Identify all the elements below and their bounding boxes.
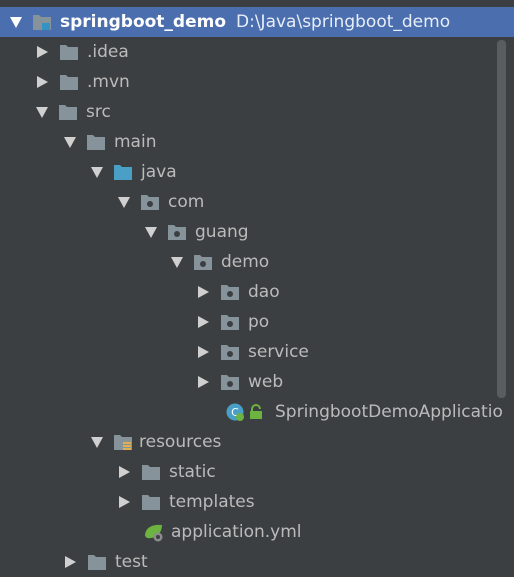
- tree-item-label: .idea: [87, 42, 129, 62]
- package-icon: [221, 375, 239, 390]
- tree-item-com[interactable]: com: [0, 187, 514, 217]
- chevron-right-icon[interactable]: [119, 496, 130, 508]
- module-folder-icon: [33, 15, 51, 30]
- folder-icon: [60, 75, 78, 90]
- tree-item-label: guang: [195, 222, 249, 242]
- tree-item-po[interactable]: po: [0, 307, 514, 337]
- tree-item-label: .mvn: [87, 72, 130, 92]
- tree-item-service[interactable]: service: [0, 337, 514, 367]
- tree-item-mvn[interactable]: .mvn: [0, 67, 514, 97]
- chevron-right-icon[interactable]: [119, 466, 130, 478]
- tree-item-label: main: [114, 132, 157, 152]
- folder-icon: [87, 135, 105, 150]
- tree-item-resources[interactable]: resources: [0, 427, 514, 457]
- package-icon: [168, 225, 186, 240]
- tree-item-test[interactable]: test: [0, 547, 514, 577]
- tree-item-label: po: [248, 312, 270, 332]
- vertical-scrollbar[interactable]: [497, 40, 506, 398]
- tree-item-label: test: [115, 552, 148, 572]
- tree-item-label: application.yml: [171, 522, 302, 542]
- tree-item-templates[interactable]: templates: [0, 487, 514, 517]
- tree-item-java[interactable]: java: [0, 157, 514, 187]
- package-icon: [221, 315, 239, 330]
- folder-icon: [142, 465, 160, 480]
- chevron-down-icon[interactable]: [91, 166, 103, 178]
- tree-item-demo[interactable]: demo: [0, 247, 514, 277]
- tree-item-label: java: [141, 162, 177, 182]
- folder-icon: [60, 45, 78, 60]
- chevron-right-icon[interactable]: [65, 556, 76, 568]
- tree-item-label: com: [168, 192, 205, 212]
- tree-item-web[interactable]: web: [0, 367, 514, 397]
- chevron-down-icon[interactable]: [36, 106, 48, 118]
- tree-item-label: service: [248, 342, 309, 362]
- source-folder-icon: [114, 165, 132, 180]
- tree-item-label: static: [169, 462, 216, 482]
- tree-item-label: resources: [139, 432, 222, 452]
- root-project-path: D:\Java\springboot_demo: [236, 12, 451, 32]
- tree-item-label: demo: [221, 252, 270, 272]
- lock-icon: [250, 404, 262, 419]
- resources-folder-icon: [114, 435, 132, 450]
- chevron-right-icon[interactable]: [198, 376, 209, 388]
- tree-item-springboot-demo[interactable]: springboot_demo D:\Java\springboot_demo: [0, 7, 514, 37]
- chevron-down-icon[interactable]: [118, 196, 130, 208]
- chevron-down-icon[interactable]: [91, 436, 103, 448]
- tree-item-label: src: [86, 102, 111, 122]
- chevron-down-icon[interactable]: [171, 256, 183, 268]
- chevron-down-icon[interactable]: [10, 16, 22, 28]
- tree-item-idea[interactable]: .idea: [0, 37, 514, 67]
- tree-item-label: SpringbootDemoApplicatio: [275, 402, 503, 422]
- chevron-down-icon[interactable]: [145, 226, 157, 238]
- chevron-right-icon[interactable]: [37, 76, 48, 88]
- chevron-right-icon[interactable]: [37, 46, 48, 58]
- tree-item-label: dao: [248, 282, 280, 302]
- chevron-right-icon[interactable]: [198, 316, 209, 328]
- tree-item-main[interactable]: main: [0, 127, 514, 157]
- package-icon: [221, 285, 239, 300]
- chevron-right-icon[interactable]: [198, 286, 209, 298]
- package-icon: [141, 195, 159, 210]
- tree-item-label: web: [248, 372, 284, 392]
- project-tree: springboot_demo D:\Java\springboot_demo …: [0, 0, 514, 572]
- tree-item-dao[interactable]: dao: [0, 277, 514, 307]
- folder-icon: [142, 495, 160, 510]
- tree-item-static[interactable]: static: [0, 457, 514, 487]
- package-icon: [221, 345, 239, 360]
- package-icon: [194, 255, 212, 270]
- tree-item-guang[interactable]: guang: [0, 217, 514, 247]
- tree-item-application-yml[interactable]: application.yml: [0, 517, 514, 547]
- tree-item-label: templates: [169, 492, 255, 512]
- chevron-right-icon[interactable]: [198, 346, 209, 358]
- tree-item-springboot-demo-application[interactable]: C SpringbootDemoApplicatio: [0, 397, 514, 427]
- tree-item-src[interactable]: src: [0, 97, 514, 127]
- root-project-name: springboot_demo: [60, 12, 227, 32]
- folder-icon: [88, 555, 106, 570]
- folder-icon: [59, 105, 77, 120]
- chevron-down-icon[interactable]: [64, 136, 76, 148]
- spring-yml-icon: [145, 524, 163, 542]
- spring-boot-class-icon: C: [226, 403, 244, 421]
